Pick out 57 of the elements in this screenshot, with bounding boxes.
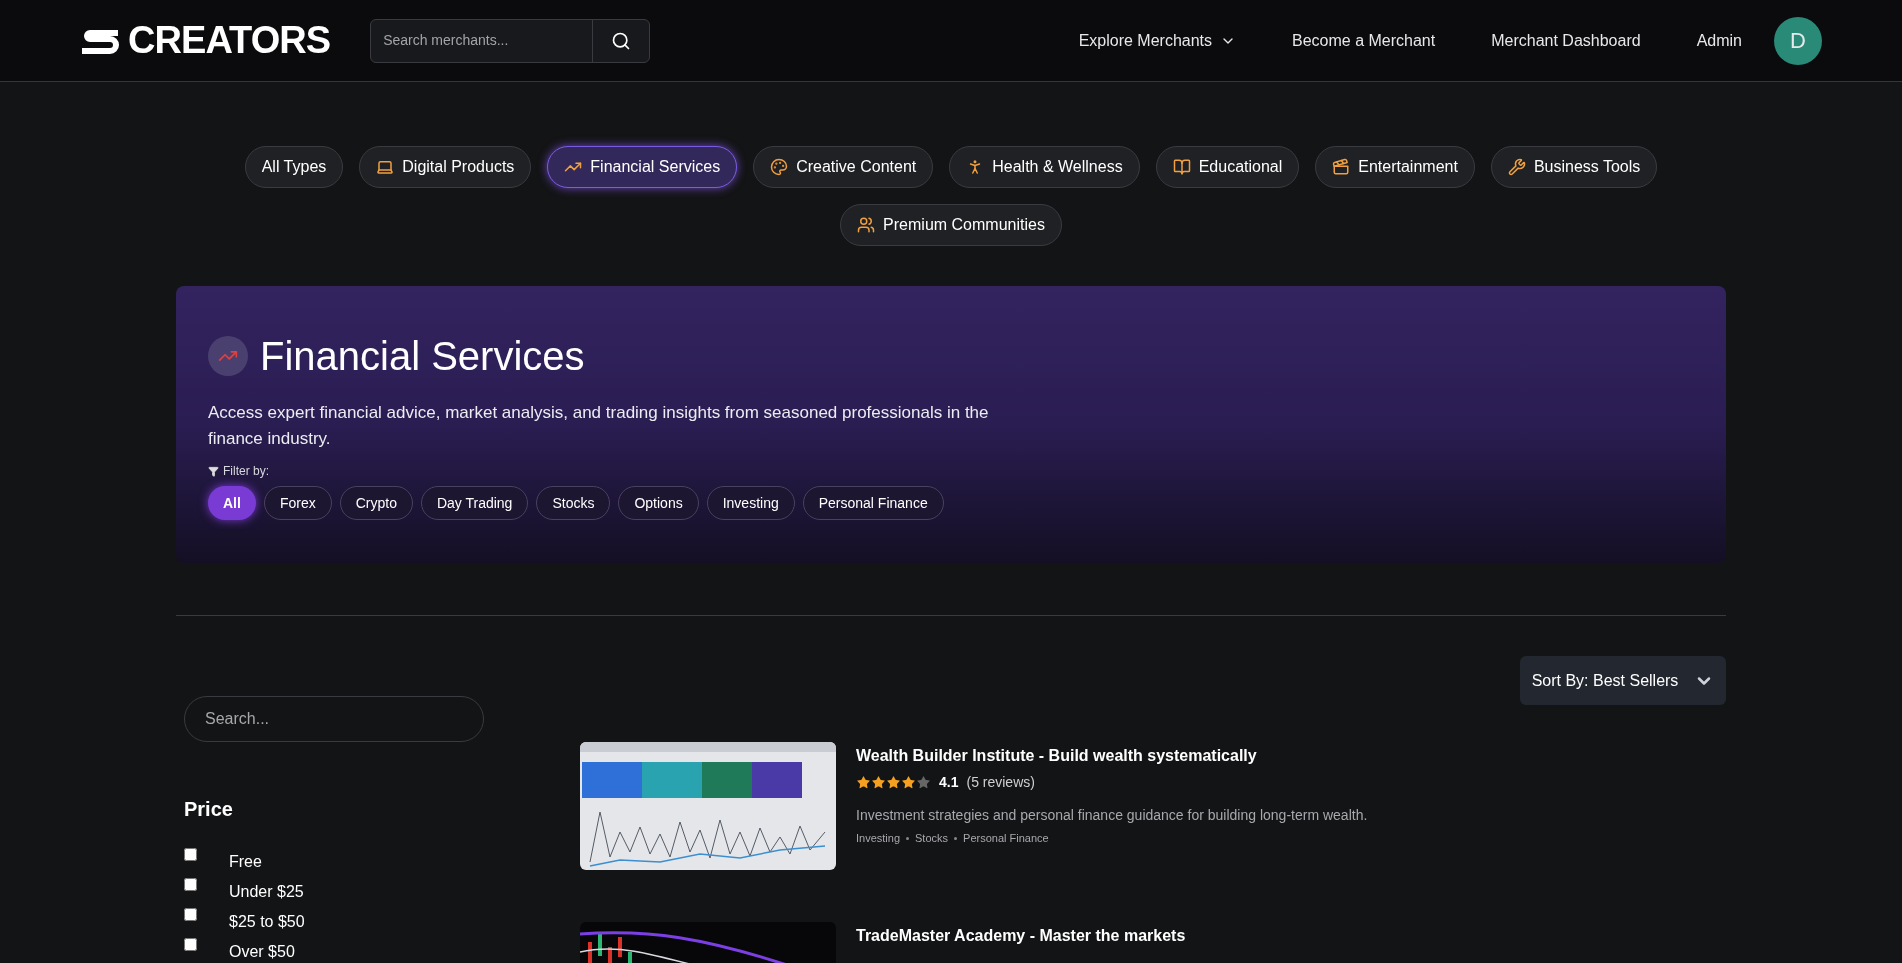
price-option: $25 to $50: [229, 912, 305, 932]
filter-label: Filter by:: [223, 463, 269, 480]
nav-link[interactable]: Admin: [1696, 28, 1742, 53]
nav-link[interactable]: Become a Merchant: [1292, 28, 1436, 53]
category-tab[interactable]: Entertainment: [1315, 146, 1475, 188]
product-title[interactable]: Wealth Builder Institute - Build wealth systematically: [856, 744, 1368, 768]
banner-description: Access expert financial advice, market analysis, and trading insights from seasoned professionals in the finance industry.: [208, 402, 990, 450]
people-icon: [857, 216, 876, 234]
sort-dropdown[interactable]: Sort By: Best Sellers: [1520, 656, 1726, 705]
nav-link[interactable]: Explore Merchants: [1078, 28, 1237, 53]
wrench-icon: [1507, 158, 1526, 176]
search-field[interactable]: Search...: [184, 696, 484, 742]
search-box[interactable]: Search merchants...: [370, 18, 651, 63]
logo-text: CREATORS: [128, 18, 331, 63]
price-option: Under $25: [229, 882, 304, 902]
chart-icon: [208, 336, 248, 376]
checkbox[interactable]: [184, 908, 197, 921]
search-field[interactable]: Search merchants...: [371, 30, 593, 51]
filter-chip[interactable]: Investing: [706, 486, 795, 520]
product-tag: Personal Finance: [963, 830, 1049, 847]
checkbox[interactable]: [184, 938, 197, 951]
category-tab[interactable]: Health & Wellness: [949, 146, 1140, 188]
product-tag: Stocks: [915, 830, 949, 847]
dot-separator: [954, 836, 958, 840]
category-tab[interactable]: Premium Communities: [840, 204, 1062, 246]
nav-link[interactable]: Merchant Dashboard: [1491, 28, 1641, 53]
logo[interactable]: CREATORS: [80, 12, 331, 69]
price-option: Free: [229, 852, 262, 872]
filter-chip[interactable]: Personal Finance: [802, 486, 944, 520]
filter-chip[interactable]: Day Trading: [420, 486, 529, 520]
filter-chip[interactable]: Forex: [263, 486, 332, 520]
dot-separator: [906, 836, 910, 840]
filter-chip[interactable]: Crypto: [339, 486, 413, 520]
category-tab[interactable]: All Types: [244, 146, 344, 188]
laptop-icon: [376, 158, 395, 176]
checkbox[interactable]: [184, 848, 197, 861]
filter-icon: [208, 465, 219, 477]
category-tab[interactable]: Creative Content: [753, 146, 934, 188]
book-icon: [1172, 158, 1191, 176]
product-title[interactable]: TradeMaster Academy - Master the markets: [856, 924, 1186, 948]
category-tab[interactable]: Digital Products: [359, 146, 532, 188]
filter-chip[interactable]: All: [208, 486, 256, 520]
category-tab[interactable]: Financial Services: [547, 146, 738, 188]
palette-icon: [770, 158, 789, 176]
product-tag: Investing: [856, 830, 901, 847]
rating-value: 4.1: [939, 773, 959, 792]
filter-chip[interactable]: Stocks: [536, 486, 611, 520]
product-description: Investment strategies and personal finance guidance for building long-term wealth.: [856, 806, 1368, 825]
banner-title: Financial Services: [260, 333, 585, 380]
category-tab[interactable]: Educational: [1155, 146, 1300, 188]
clapperboard-icon: [1332, 158, 1351, 176]
review-count: (5 reviews): [966, 773, 1035, 792]
category-tab[interactable]: Business Tools: [1490, 146, 1658, 188]
price-heading: Price: [184, 797, 234, 822]
price-option: Over $50: [229, 942, 295, 962]
checkbox[interactable]: [184, 878, 197, 891]
filter-chip[interactable]: Options: [618, 486, 699, 520]
